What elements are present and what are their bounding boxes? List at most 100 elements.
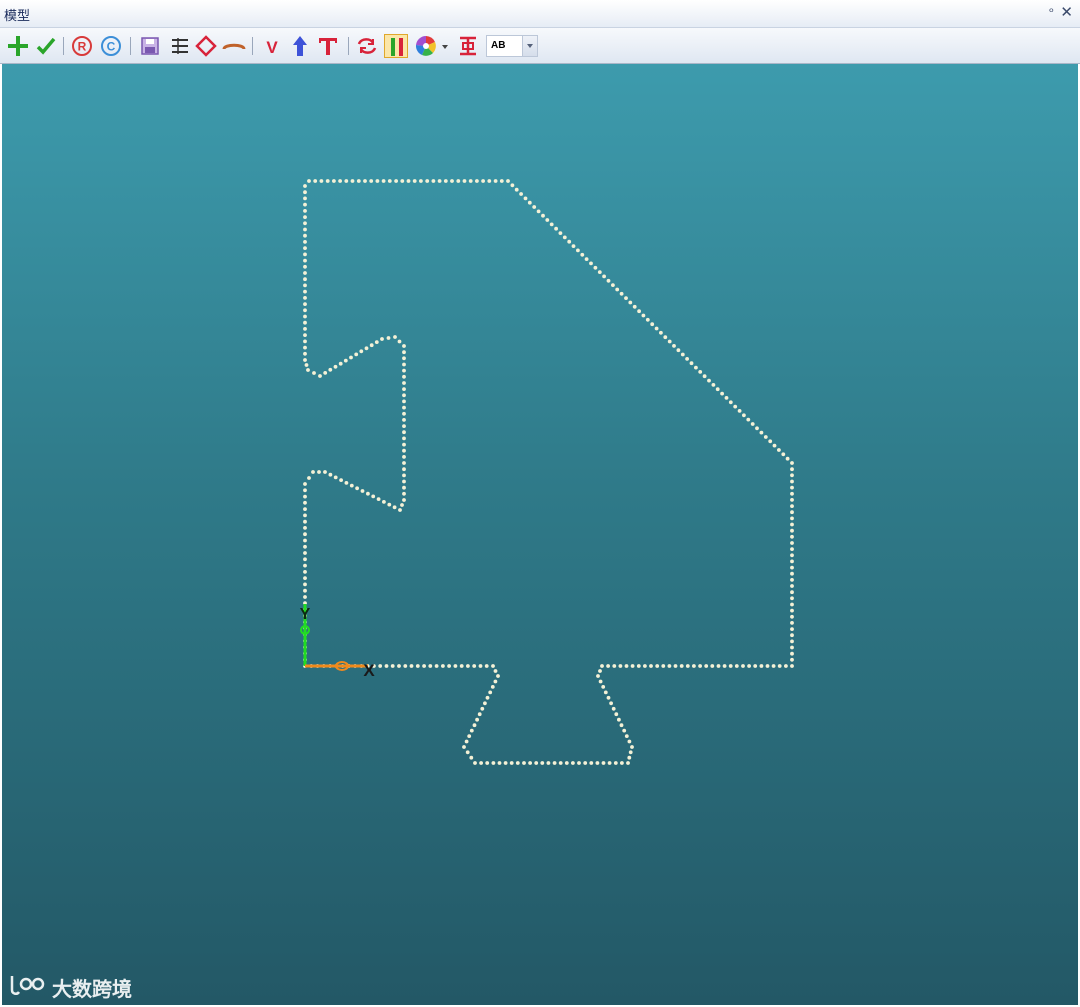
model-viewport[interactable]: Y X [2,64,1078,1005]
arrow-up-icon[interactable] [288,34,312,58]
path-point [303,488,307,493]
path-point [689,361,694,366]
path-point [483,701,487,706]
add-icon[interactable] [6,34,30,58]
path-point [303,196,307,201]
path-point [374,340,379,344]
path-point [707,378,711,383]
path-point [790,596,794,601]
text-t-icon[interactable] [316,34,340,58]
path-point [425,179,430,183]
path-point [428,664,433,668]
path-point [763,435,768,439]
watermark-text: 大数跨境 [52,977,132,1001]
path-point [384,664,389,668]
path-point [704,664,709,668]
path-point [790,485,794,490]
path-point [790,559,794,564]
path-point [659,330,663,335]
path-point [363,179,367,183]
path-point [499,179,504,183]
path-point [355,486,359,491]
path-point [790,522,794,527]
close-icon[interactable]: ✕ [1060,3,1073,21]
path-point [375,179,380,183]
path-point [768,439,773,444]
path-point [386,336,391,340]
path-point [584,257,589,261]
path-point [303,551,307,555]
path-point [698,370,703,374]
path-point [369,179,374,183]
path-point [303,190,307,195]
check-icon[interactable] [34,34,58,58]
path-point [304,363,309,367]
path-point [716,664,721,668]
path-point [790,627,794,631]
path-point [613,761,618,765]
path-point [303,283,307,288]
path-point [602,274,606,279]
path-point [303,582,307,587]
path-point [402,350,406,355]
path-point [303,202,307,207]
path-point [387,179,392,183]
pin-icon[interactable]: ᵒ [1049,5,1054,19]
path-point [759,664,764,668]
path-point [589,761,594,765]
path-point [597,270,602,274]
path-point [552,761,557,765]
path-point [303,519,307,524]
path-point [571,761,575,765]
diamond-shape-icon[interactable] [194,34,218,58]
path-point [402,442,406,447]
path-point [450,179,454,183]
path-point [344,481,349,485]
chevron-down-icon[interactable] [522,36,537,56]
path-point [519,192,523,196]
color-dropdown-arrow-icon[interactable] [440,34,450,58]
path-point [641,313,646,318]
path-point [381,179,386,183]
path-point [307,476,311,480]
path-point [493,179,498,183]
save-icon[interactable] [138,34,162,58]
parallel-bars-icon[interactable] [384,34,408,58]
path-point [632,304,637,309]
path-point [477,712,482,717]
y-axis-label: Y [300,606,311,623]
label-style-dropdown[interactable]: AB [486,35,538,57]
path-point [484,664,489,668]
path-point [785,456,790,461]
record-c-icon[interactable]: C [99,34,123,58]
path-point [720,391,724,396]
path-point [437,179,442,183]
path-point [443,179,448,183]
path-point [475,179,479,183]
path-point [469,728,474,733]
path-point [790,614,794,619]
path-point [611,706,616,711]
path-point [790,510,794,515]
vertex-v-icon[interactable]: V [260,34,284,58]
path-point [303,570,307,574]
swap-icon[interactable] [355,34,379,58]
path-point [772,443,777,448]
path-point [615,287,620,292]
record-r-icon[interactable]: R [70,34,94,58]
color-wheel-icon[interactable] [414,34,438,58]
path-point [422,664,426,668]
path-point [577,761,581,765]
path-point [601,685,606,689]
path-point [784,664,788,668]
dimension-icon[interactable] [456,34,480,58]
path-point [303,271,307,275]
path-point [402,393,406,398]
path-point [609,701,613,706]
path-point [303,277,307,282]
list-icon[interactable] [168,34,192,58]
arc-icon[interactable] [222,34,246,58]
path-point [366,491,370,496]
path-point [600,664,604,668]
path-point [462,179,467,183]
